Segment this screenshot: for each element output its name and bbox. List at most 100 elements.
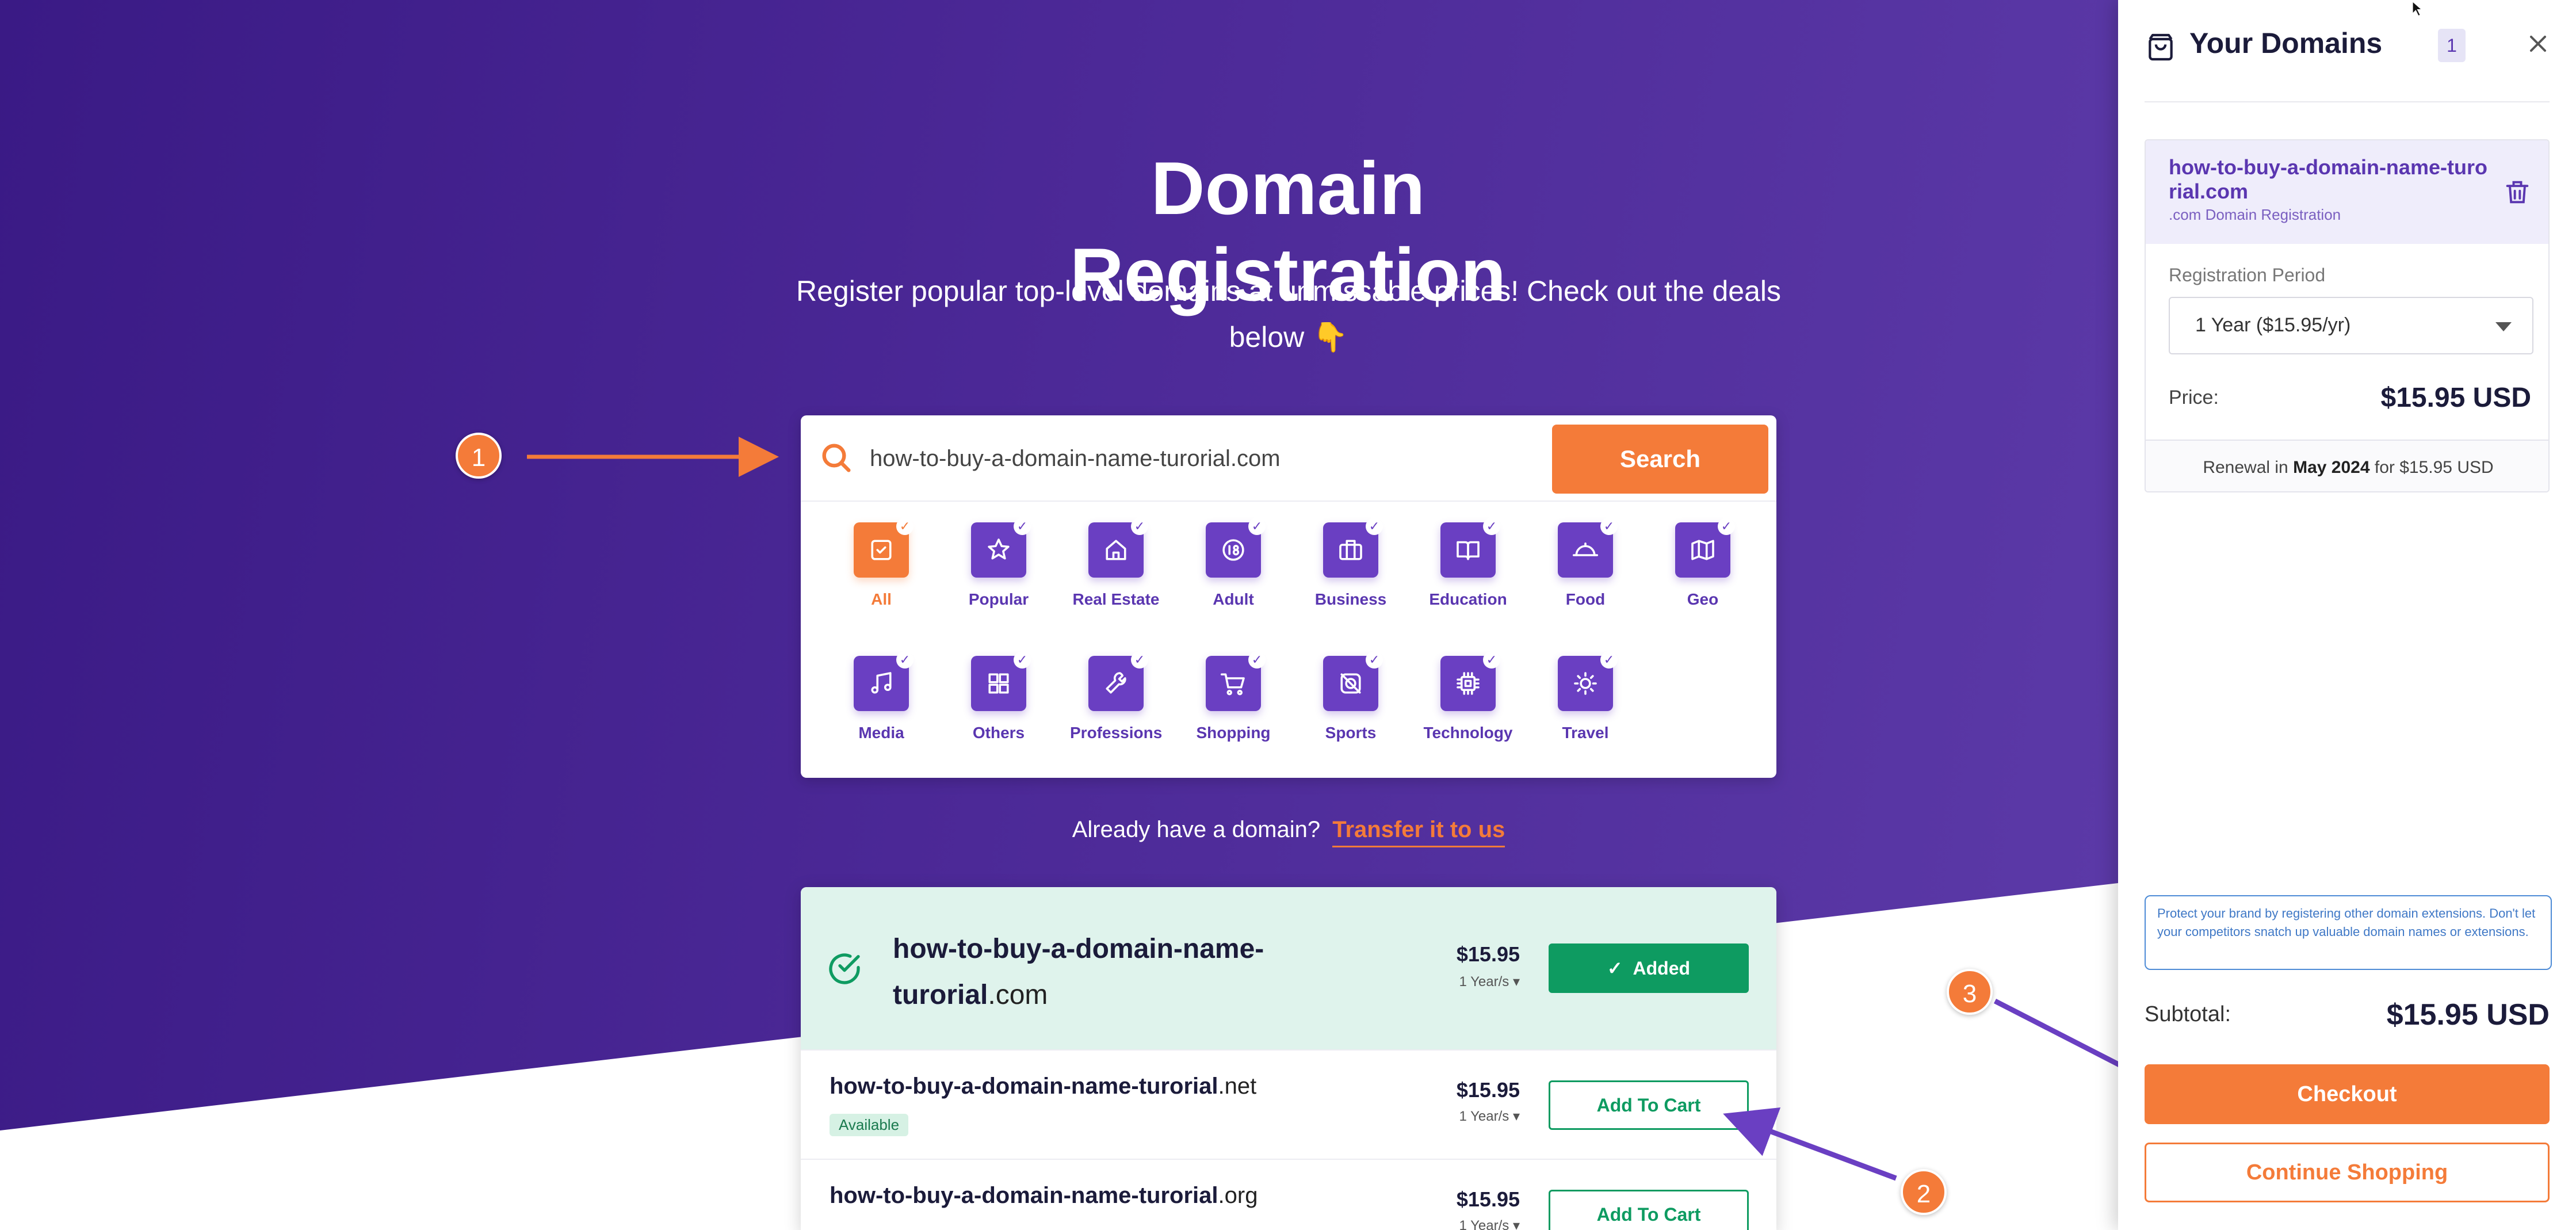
category-travel[interactable]: ✓ Travel <box>1539 651 1631 742</box>
cloche-icon <box>1572 542 1599 556</box>
check-icon: ✓ <box>1483 518 1500 535</box>
category-adult[interactable]: ✓ Adult <box>1187 518 1279 609</box>
check-icon: ✓ <box>1600 651 1618 669</box>
category-label: Adult <box>1213 590 1254 608</box>
caret-down-icon <box>2495 322 2512 331</box>
check-icon: ✓ <box>1131 518 1148 535</box>
18-icon <box>1222 539 1244 561</box>
check-icon: ✓ <box>1014 651 1031 669</box>
sidebar-title: Your Domains <box>2189 27 2383 59</box>
book-icon <box>1457 541 1480 560</box>
category-tile: ✓ <box>1088 651 1148 711</box>
checkbox-icon <box>871 540 892 560</box>
category-tile: ✓ <box>1088 518 1148 578</box>
shopping-bag-icon <box>2149 33 2173 61</box>
category-technology[interactable]: ✓ Technology <box>1422 651 1514 742</box>
add-to-cart-button[interactable]: Add To Cart <box>1549 1190 1749 1230</box>
category-label: Business <box>1314 590 1387 608</box>
sidebar-header: Your Domains 1 <box>2145 23 2550 102</box>
category-tile: ✓ <box>854 651 914 711</box>
brand-protection-note: Protect your brand by registering other … <box>2145 895 2552 970</box>
checkout-button[interactable]: Checkout <box>2145 1064 2550 1124</box>
music-icon <box>871 672 892 694</box>
added-button[interactable]: ✓ Added <box>1549 943 1749 993</box>
category-media[interactable]: ✓ Media <box>835 651 927 742</box>
category-tile: ✓ <box>1675 518 1735 578</box>
house-icon <box>1106 540 1126 560</box>
star-icon <box>988 538 1010 560</box>
main-content: Domain Registration Register popular top… <box>0 0 2118 1230</box>
category-geo[interactable]: ✓ Geo <box>1657 518 1749 609</box>
period-selector[interactable]: 1 Year/s ▾ <box>1459 973 1520 990</box>
trash-icon[interactable] <box>2502 177 2532 207</box>
check-icon: ✓ <box>1366 651 1383 669</box>
item-price: $15.95 USD <box>2380 383 2532 413</box>
category-tile: ✓ <box>1558 651 1618 711</box>
transfer-prompt-text: Already have a domain? <box>1072 817 1321 842</box>
check-icon: ✓ <box>1014 518 1031 535</box>
period-selector[interactable]: 1 Year/s ▾ <box>1459 1217 1520 1230</box>
category-label: Shopping <box>1196 724 1271 742</box>
search-card: Search ✓ All ✓ Popular ✓ Real Estate ✓ Adult ✓ Bu… <box>801 415 1776 778</box>
category-tile: ✓ <box>971 518 1031 578</box>
close-icon[interactable] <box>2524 30 2552 58</box>
chip-icon <box>1457 672 1480 695</box>
map-icon <box>1691 540 1714 560</box>
domain-price: $15.95 <box>1456 1187 1520 1211</box>
category-tile: ✓ <box>854 518 914 578</box>
category-tile: ✓ <box>1440 518 1500 578</box>
subtotal-label: Subtotal: <box>2145 1002 2231 1026</box>
check-icon: ✓ <box>1483 651 1500 669</box>
category-professions[interactable]: ✓ Professions <box>1070 651 1162 742</box>
registration-period-value: 1 Year ($15.95/yr) <box>2195 314 2351 336</box>
result-row-com: how-to-buy-a-domain-name-turorial.com $1… <box>801 887 1776 1051</box>
category-food[interactable]: ✓ Food <box>1539 518 1631 609</box>
cart-item: how-to-buy-a-domain-name-turorial.com .c… <box>2145 139 2550 492</box>
search-button[interactable]: Search <box>1552 425 1768 494</box>
category-tile: ✓ <box>1206 651 1266 711</box>
annotation-marker-1: 1 <box>456 433 502 479</box>
price-label: Price: <box>2169 387 2219 408</box>
category-business[interactable]: ✓ Business <box>1305 518 1397 609</box>
category-label: Food <box>1565 590 1606 608</box>
category-tile: ✓ <box>1206 518 1266 578</box>
add-to-cart-button[interactable]: Add To Cart <box>1549 1080 1749 1130</box>
sun-icon <box>1574 672 1597 695</box>
category-label: Others <box>972 724 1025 742</box>
ball-icon <box>1340 673 1361 694</box>
category-label: Geo <box>1687 590 1719 608</box>
category-real-estate[interactable]: ✓ Real Estate <box>1070 518 1162 609</box>
category-label: Travel <box>1562 724 1609 742</box>
cart-icon <box>1220 673 1245 696</box>
cart-item-header: how-to-buy-a-domain-name-turorial.com .c… <box>2146 140 2548 244</box>
domain-search-input[interactable] <box>870 428 1503 489</box>
check-circle-icon <box>829 953 860 984</box>
category-tile: ✓ <box>1323 651 1383 711</box>
registration-period-select[interactable]: 1 Year ($15.95/yr) <box>2169 297 2533 354</box>
continue-shopping-button[interactable]: Continue Shopping <box>2145 1143 2550 1202</box>
category-education[interactable]: ✓ Education <box>1422 518 1514 609</box>
category-shopping[interactable]: ✓ Shopping <box>1187 651 1279 742</box>
renewal-info: Renewal in May 2024 for $15.95 USD <box>2146 440 2548 491</box>
category-label: Real Estate <box>1072 590 1160 608</box>
check-icon: ✓ <box>1248 651 1266 669</box>
period-selector[interactable]: 1 Year/s ▾ <box>1459 1108 1520 1125</box>
annotation-marker-2: 2 <box>1901 1169 1947 1215</box>
check-icon: ✓ <box>1718 518 1735 535</box>
domain-price: $15.95 <box>1456 1078 1520 1102</box>
category-all[interactable]: ✓ All <box>835 518 927 609</box>
category-tile: ✓ <box>1323 518 1383 578</box>
category-tile: ✓ <box>1440 651 1500 711</box>
category-others[interactable]: ✓ Others <box>953 651 1045 742</box>
check-icon: ✓ <box>1366 518 1383 535</box>
briefcase-icon <box>1339 540 1362 560</box>
check-icon: ✓ <box>1248 518 1266 535</box>
category-label: Media <box>858 724 904 742</box>
transfer-link[interactable]: Transfer it to us <box>1332 817 1505 847</box>
cart-item-domain: how-to-buy-a-domain-name-turorial.com <box>2169 155 2487 203</box>
search-row: Search <box>801 415 1776 502</box>
category-tile: ✓ <box>1558 518 1618 578</box>
category-sports[interactable]: ✓ Sports <box>1305 651 1397 742</box>
annotation-marker-3: 3 <box>1947 969 1993 1015</box>
category-popular[interactable]: ✓ Popular <box>953 518 1045 609</box>
